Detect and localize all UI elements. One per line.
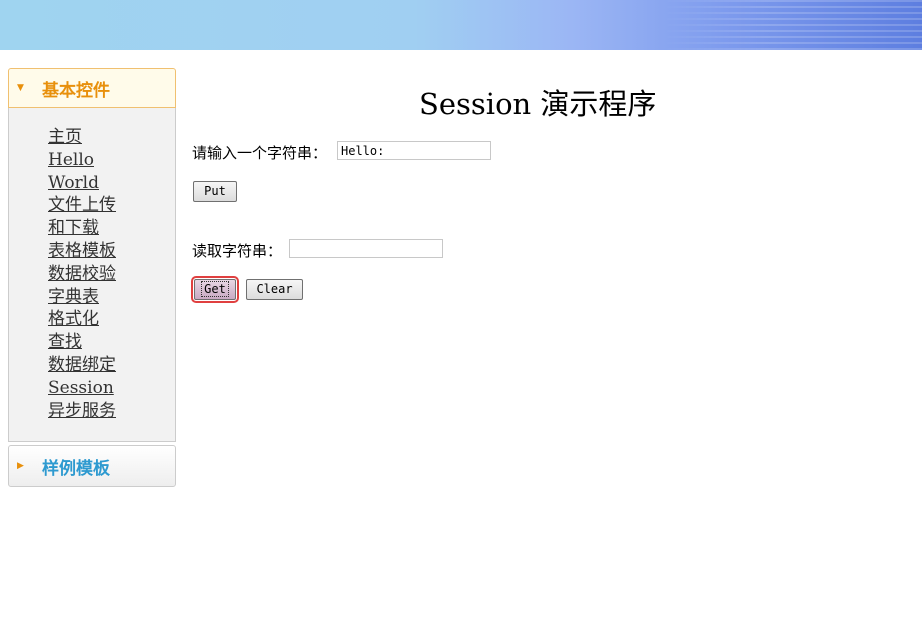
- get-button-label: Get: [201, 281, 229, 297]
- read-output[interactable]: [289, 239, 443, 258]
- nav-link-and-download[interactable]: 和下载: [48, 217, 175, 240]
- nav-link-formatting[interactable]: 格式化: [48, 308, 175, 331]
- banner-stripes: [662, 0, 922, 50]
- get-button[interactable]: Get: [191, 276, 239, 303]
- nav-link-hello[interactable]: Hello: [48, 149, 175, 172]
- pane-body-basic-controls: 主页 Hello World 文件上传 和下载 表格模板 数据校验 字典表 格式…: [8, 108, 176, 442]
- pane-header-basic-controls[interactable]: ▼ 基本控件: [8, 68, 176, 108]
- nav-link-data-validation[interactable]: 数据校验: [48, 263, 175, 286]
- string-input[interactable]: [337, 141, 491, 160]
- triangle-right-icon: ▶: [17, 461, 24, 471]
- pane-title: 基本控件: [42, 80, 110, 101]
- nav-link-search[interactable]: 查找: [48, 331, 175, 354]
- nav-link-table-template[interactable]: 表格模板: [48, 240, 175, 263]
- read-label: 读取字符串：: [192, 242, 283, 260]
- nav-link-dictionary[interactable]: 字典表: [48, 286, 175, 309]
- nav-link-data-binding[interactable]: 数据绑定: [48, 354, 175, 377]
- clear-button[interactable]: Clear: [246, 279, 303, 300]
- page-title: Session 演示程序: [419, 87, 657, 121]
- input-label: 请输入一个字符串：: [192, 144, 328, 162]
- header-banner: [0, 0, 922, 50]
- pane-header-sample-templates[interactable]: ▶ 样例模板: [8, 445, 176, 487]
- nav-link-session[interactable]: Session: [48, 377, 175, 400]
- nav-link-async-service[interactable]: 异步服务: [48, 400, 175, 423]
- nav-link-world[interactable]: World: [48, 172, 175, 195]
- nav-link-home[interactable]: 主页: [48, 126, 175, 149]
- pane-title: 样例模板: [42, 458, 110, 479]
- sidebar-accordion: ▼ 基本控件 主页 Hello World 文件上传 和下载 表格模板 数据校验…: [8, 68, 176, 487]
- put-button[interactable]: Put: [193, 181, 237, 202]
- nav-link-file-upload[interactable]: 文件上传: [48, 194, 175, 217]
- triangle-down-icon: ▼: [17, 83, 24, 93]
